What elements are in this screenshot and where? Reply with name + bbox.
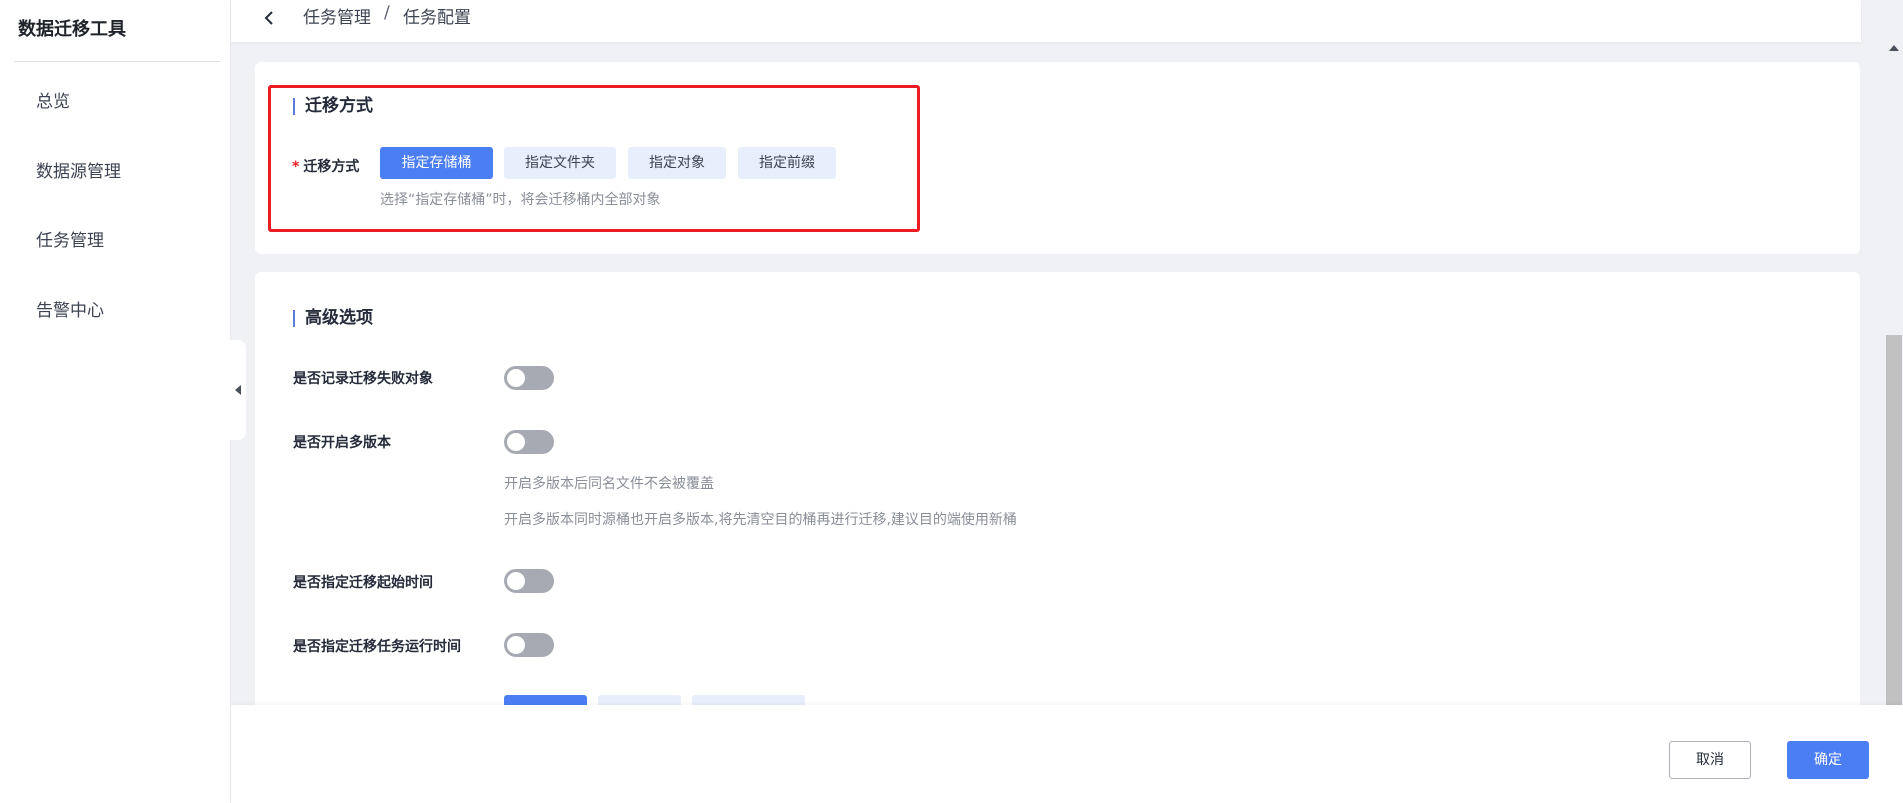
- multi-version-label: 是否开启多版本: [293, 435, 391, 451]
- chevron-left-icon[interactable]: [261, 9, 277, 27]
- sidebar-item-overview[interactable]: 总览: [36, 87, 70, 112]
- record-failed-label: 是否记录迁移失败对象: [293, 371, 433, 387]
- sidebar-divider: [14, 61, 220, 62]
- record-failed-toggle[interactable]: [504, 366, 554, 390]
- start-time-label: 是否指定迁移起始时间: [293, 575, 433, 591]
- sidebar-item-datasource[interactable]: 数据源管理: [36, 157, 121, 182]
- sidebar-item-alerts[interactable]: 告警中心: [36, 296, 104, 321]
- scroll-up-arrow-icon[interactable]: [1889, 45, 1899, 51]
- advanced-options-card: [255, 272, 1860, 732]
- toggle-knob: [507, 433, 525, 451]
- run-time-toggle[interactable]: [504, 633, 554, 657]
- run-time-label: 是否指定迁移任务运行时间: [293, 639, 461, 655]
- toggle-knob: [507, 572, 525, 590]
- start-time-toggle[interactable]: [504, 569, 554, 593]
- cancel-button[interactable]: 取消: [1669, 741, 1751, 779]
- footer-bar: [231, 705, 1903, 803]
- collapse-arrow-icon: [235, 385, 241, 395]
- scrollbar-thumb[interactable]: [1886, 335, 1902, 705]
- breadcrumb-separator: /: [384, 3, 390, 23]
- sidebar-item-tasks[interactable]: 任务管理: [36, 226, 104, 251]
- sidebar-collapse-button[interactable]: [230, 340, 246, 440]
- toggle-knob: [507, 369, 525, 387]
- breadcrumb-current: 任务配置: [403, 8, 471, 28]
- breadcrumb: 任务管理 / 任务配置: [231, 0, 1861, 42]
- app-title: 数据迁移工具: [18, 19, 126, 40]
- sidebar: 数据迁移工具 总览 数据源管理 任务管理 告警中心: [0, 0, 231, 803]
- multi-version-toggle[interactable]: [504, 430, 554, 454]
- multi-version-hint-1: 开启多版本后同名文件不会被覆盖: [504, 476, 714, 492]
- confirm-button[interactable]: 确定: [1787, 741, 1869, 779]
- breadcrumb-parent[interactable]: 任务管理: [303, 3, 371, 28]
- multi-version-hint-2: 开启多版本同时源桶也开启多版本,将先清空目的桶再进行迁移,建议目的端使用新桶: [504, 512, 1017, 528]
- highlight-box: [268, 85, 920, 232]
- toggle-knob: [507, 636, 525, 654]
- advanced-section-title: 高级选项: [293, 310, 373, 327]
